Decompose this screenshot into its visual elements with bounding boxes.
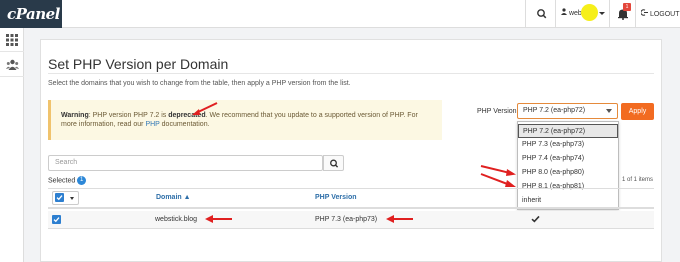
selected-version: PHP 7.2 (ea-php72) [523, 107, 586, 114]
warning-line2-end: documentation. [159, 121, 210, 128]
divider [635, 0, 636, 28]
warning-label: Warning [61, 112, 89, 119]
pagination-info: 1 of 1 items [622, 177, 654, 183]
user-icon [561, 8, 567, 15]
chevron-down-icon[interactable] [70, 197, 74, 200]
chevron-down-icon[interactable] [599, 12, 605, 15]
deprecation-warning: Warning: PHP version PHP 7.2 is deprecat… [48, 100, 442, 140]
user-menu[interactable]: web [561, 8, 582, 17]
chevron-down-icon [606, 109, 612, 113]
logout-button[interactable]: LOGOUT [640, 9, 680, 18]
divider [48, 73, 654, 74]
dropdown-option[interactable]: PHP 8.0 (ea-php80) [518, 166, 618, 180]
rail-item-tools[interactable] [0, 28, 24, 52]
divider [609, 0, 610, 28]
top-bar: cPanel web 1 LOGOUT [0, 0, 680, 28]
selected-count: Selected 1 [48, 176, 87, 185]
logout-label: LOGOUT [649, 11, 680, 18]
selected-badge: 1 [77, 176, 87, 185]
annotation-arrow [386, 215, 413, 223]
row-php-version: PHP 7.3 (ea-php73) [315, 216, 378, 223]
search-icon [330, 159, 339, 168]
username: web [568, 10, 582, 17]
row-checkbox[interactable] [52, 215, 61, 224]
php-version-label: PHP Version [477, 108, 517, 115]
divider [525, 0, 526, 28]
annotation-arrow [192, 102, 218, 115]
check-icon [531, 215, 540, 223]
divider [555, 0, 556, 28]
apply-button[interactable]: Apply [621, 103, 654, 120]
dropdown-option[interactable]: PHP 7.2 (ea-php72) [518, 124, 618, 138]
rail-item-users[interactable] [0, 53, 24, 77]
column-php-version: PHP Version [315, 194, 357, 201]
annotation-arrow [205, 215, 232, 223]
logo-text: cPanel [7, 5, 60, 23]
column-domain[interactable]: Domain ▲ [156, 194, 191, 201]
warning-line2: more information, read our [61, 121, 146, 128]
php-docs-link[interactable]: PHP [145, 121, 159, 128]
dropdown-option[interactable]: PHP 7.4 (ea-php74) [518, 152, 618, 166]
annotation-arrow [480, 173, 516, 187]
page-title: Set PHP Version per Domain [48, 56, 229, 72]
search-input[interactable]: Search [48, 155, 323, 171]
logout-icon [640, 9, 648, 16]
intro-text: Select the domains that you wish to chan… [48, 80, 351, 87]
left-rail [0, 28, 24, 262]
selected-label: Selected [48, 177, 76, 185]
row-domain: webstick.blog [155, 216, 198, 223]
cpanel-logo[interactable]: cPanel [0, 0, 62, 28]
warning-text-2: . We recommend that you update to a supp… [205, 112, 418, 119]
cursor-highlight [581, 4, 598, 21]
users-icon [6, 59, 19, 70]
search-icon[interactable] [533, 6, 551, 22]
warning-text: : PHP version PHP 7.2 is [88, 112, 169, 119]
select-all-checkbox[interactable] [55, 193, 64, 202]
search-button[interactable] [323, 155, 344, 171]
grid-icon [6, 34, 18, 46]
dropdown-option[interactable]: PHP 7.3 (ea-php73) [518, 138, 618, 152]
notification-badge: 1 [623, 3, 631, 11]
php-version-select[interactable]: PHP 7.2 (ea-php72) [517, 103, 618, 119]
